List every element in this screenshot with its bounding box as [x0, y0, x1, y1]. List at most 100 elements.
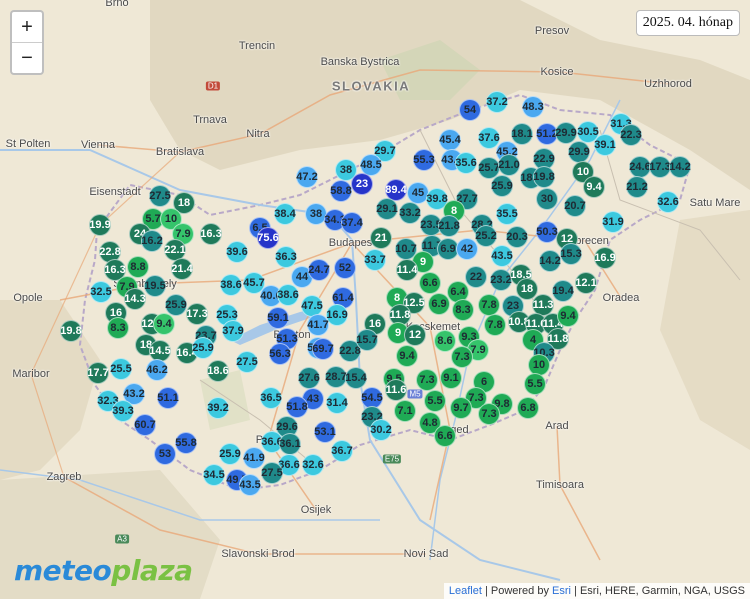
station-marker[interactable]: 33.2: [399, 202, 421, 224]
station-marker[interactable]: 38.6: [220, 274, 242, 296]
station-marker[interactable]: 25.9: [491, 175, 513, 197]
station-marker[interactable]: 20.7: [564, 195, 586, 217]
station-marker[interactable]: 6.9: [428, 293, 450, 315]
station-marker[interactable]: 7.1: [394, 400, 416, 422]
station-marker[interactable]: 8.3: [107, 317, 129, 339]
station-marker[interactable]: 43.5: [491, 245, 513, 267]
station-marker[interactable]: 25.2: [475, 225, 497, 247]
station-marker[interactable]: 6.6: [419, 272, 441, 294]
station-marker[interactable]: 24.7: [308, 259, 330, 281]
station-marker[interactable]: 45.4: [439, 129, 461, 151]
station-marker[interactable]: 28.7: [325, 366, 347, 388]
station-marker[interactable]: 29.1: [376, 198, 398, 220]
station-marker[interactable]: 33.7: [364, 249, 386, 271]
station-marker[interactable]: 8.3: [452, 299, 474, 321]
station-marker[interactable]: 20.3: [506, 226, 528, 248]
station-marker[interactable]: 15.7: [356, 329, 378, 351]
station-marker[interactable]: 23: [351, 173, 373, 195]
station-marker[interactable]: 39.3: [112, 400, 134, 422]
station-marker[interactable]: 17.3: [186, 303, 208, 325]
station-marker[interactable]: 27.5: [149, 185, 171, 207]
station-marker[interactable]: 36.3: [275, 246, 297, 268]
station-marker[interactable]: 55.8: [175, 432, 197, 454]
station-marker[interactable]: 15.4: [345, 367, 367, 389]
station-marker[interactable]: 50.3: [536, 221, 558, 243]
station-marker[interactable]: 14.3: [124, 288, 146, 310]
station-marker[interactable]: 22.3: [620, 124, 642, 146]
zoom-out-button[interactable]: −: [12, 42, 42, 73]
station-marker[interactable]: 14.2: [539, 250, 561, 272]
station-marker[interactable]: 15.3: [560, 243, 582, 265]
station-marker[interactable]: 38.4: [274, 203, 296, 225]
station-marker[interactable]: 51.1: [157, 387, 179, 409]
station-marker[interactable]: 42: [456, 238, 478, 260]
station-marker[interactable]: 21.2: [626, 176, 648, 198]
station-marker[interactable]: 14.2: [669, 156, 691, 178]
station-marker[interactable]: 5.5: [524, 373, 546, 395]
station-marker[interactable]: 32.6: [657, 191, 679, 213]
station-marker[interactable]: 27.5: [236, 351, 258, 373]
station-marker[interactable]: 9.4: [557, 305, 579, 327]
station-marker[interactable]: 41.9: [243, 447, 265, 469]
station-marker[interactable]: 52: [334, 257, 356, 279]
esri-link[interactable]: Esri: [552, 585, 571, 597]
station-marker[interactable]: 25.9: [219, 443, 241, 465]
station-marker[interactable]: 39.2: [207, 397, 229, 419]
station-marker[interactable]: 11.4: [396, 259, 418, 281]
station-marker[interactable]: 9.4: [583, 176, 605, 198]
station-marker[interactable]: 27.5: [261, 462, 283, 484]
station-marker[interactable]: 22: [465, 266, 487, 288]
station-marker[interactable]: 60.7: [134, 414, 156, 436]
station-marker[interactable]: 29.9: [568, 141, 590, 163]
station-marker[interactable]: 7.3: [416, 369, 438, 391]
map-canvas[interactable]: Brno Trencin Banska Bystrica Presov Kosice Uz…: [0, 0, 750, 599]
station-marker[interactable]: 25.9: [165, 294, 187, 316]
station-marker[interactable]: 53: [154, 443, 176, 465]
leaflet-link[interactable]: Leaflet: [449, 585, 482, 597]
station-marker[interactable]: 19.4: [552, 280, 574, 302]
station-marker[interactable]: 16.9: [594, 247, 616, 269]
station-marker[interactable]: 19.8: [60, 320, 82, 342]
station-marker[interactable]: 53.1: [314, 421, 336, 443]
station-marker[interactable]: 7.8: [478, 294, 500, 316]
station-marker[interactable]: 21: [370, 227, 392, 249]
station-marker[interactable]: 17.3: [649, 156, 671, 178]
station-marker[interactable]: 37.4: [341, 212, 363, 234]
station-marker[interactable]: 7.3: [451, 346, 473, 368]
station-marker[interactable]: 21.0: [498, 154, 520, 176]
station-marker[interactable]: 25.9: [192, 337, 214, 359]
station-marker[interactable]: 16.3: [200, 223, 222, 245]
station-marker[interactable]: 39.1: [594, 134, 616, 156]
station-marker[interactable]: 41.7: [307, 314, 329, 336]
station-marker[interactable]: 23.2: [490, 269, 512, 291]
station-marker[interactable]: 43.5: [239, 474, 261, 496]
station-marker[interactable]: 16.2: [141, 230, 163, 252]
zoom-in-button[interactable]: +: [12, 12, 42, 42]
station-marker[interactable]: 24.6: [629, 156, 651, 178]
station-marker[interactable]: 11.6: [385, 379, 407, 401]
station-marker[interactable]: 51.8: [286, 396, 308, 418]
station-marker[interactable]: 7.3: [478, 403, 500, 425]
station-marker[interactable]: 12.1: [575, 272, 597, 294]
station-marker[interactable]: 69.7: [312, 338, 334, 360]
station-marker[interactable]: 58.8: [330, 180, 352, 202]
station-marker[interactable]: 7.8: [484, 314, 506, 336]
station-marker[interactable]: 32.6: [302, 454, 324, 476]
station-marker[interactable]: 37.2: [486, 91, 508, 113]
station-marker[interactable]: 56.3: [269, 343, 291, 365]
station-marker[interactable]: 19.5: [144, 275, 166, 297]
station-marker[interactable]: 55.3: [413, 149, 435, 171]
station-marker[interactable]: 17.7: [87, 362, 109, 384]
station-marker[interactable]: 46.2: [146, 359, 168, 381]
station-marker[interactable]: 35.5: [496, 203, 518, 225]
station-marker[interactable]: 6.6: [434, 425, 456, 447]
station-marker[interactable]: 5.5: [424, 390, 446, 412]
station-marker[interactable]: 30.2: [370, 419, 392, 441]
station-marker[interactable]: 36.1: [279, 433, 301, 455]
station-marker[interactable]: 8.8: [127, 256, 149, 278]
station-marker[interactable]: 31.9: [602, 211, 624, 233]
station-marker[interactable]: 34.5: [203, 464, 225, 486]
station-marker[interactable]: 25.5: [110, 358, 132, 380]
station-marker[interactable]: 31.4: [326, 392, 348, 414]
station-marker[interactable]: 39.6: [226, 241, 248, 263]
